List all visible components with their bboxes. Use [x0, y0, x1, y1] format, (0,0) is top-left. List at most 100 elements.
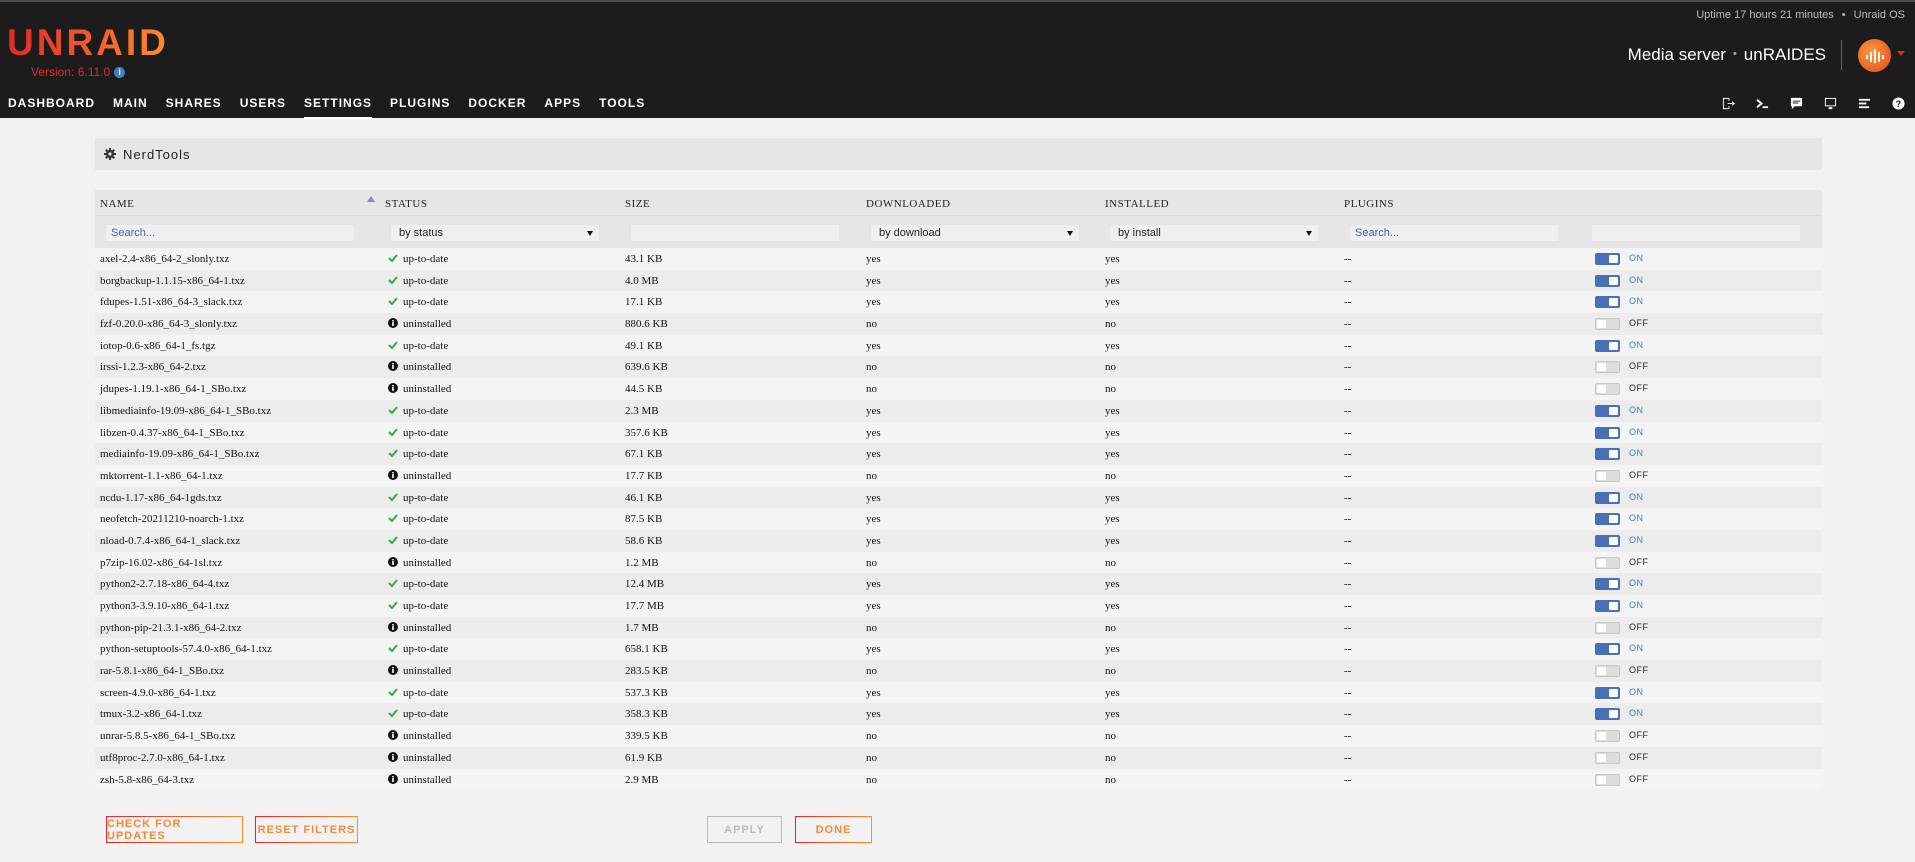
nav-plugins[interactable]: PLUGINS: [390, 96, 450, 110]
chevron-down-icon[interactable]: [1897, 51, 1905, 56]
package-plugins: --: [1344, 578, 1352, 591]
user-avatar[interactable]: [1858, 39, 1891, 72]
toggle-label: ON: [1629, 491, 1644, 502]
package-toggle[interactable]: [1595, 404, 1620, 417]
table-row: libmediainfo-19.09-x86_64-1_SBo.txz up-to…: [95, 399, 1822, 422]
package-toggle[interactable]: [1595, 426, 1620, 439]
package-status-text: up-to-date: [403, 253, 449, 265]
status-filter-select[interactable]: by status: [390, 224, 600, 242]
info-icon[interactable]: i: [114, 67, 126, 78]
feedback-icon[interactable]: [1789, 96, 1803, 110]
nav-shares[interactable]: SHARES: [166, 96, 222, 110]
sort-ascending-icon[interactable]: [367, 196, 375, 202]
check-icon: [388, 688, 398, 697]
column-header-status[interactable]: STATUS: [385, 198, 427, 210]
package-toggle[interactable]: [1595, 708, 1620, 721]
nav-tools[interactable]: TOOLS: [599, 96, 645, 110]
column-header-name[interactable]: NAME: [100, 198, 134, 210]
package-toggle[interactable]: [1595, 600, 1620, 612]
package-toggle[interactable]: [1595, 296, 1620, 309]
nav-settings[interactable]: SETTINGS: [304, 96, 373, 119]
version-label[interactable]: Version: 6.11.0 i: [31, 65, 126, 79]
main-nav: DASHBOARD MAIN SHARES USERS SETTINGS PLU…: [8, 96, 663, 119]
package-status: uninstalled: [388, 469, 451, 482]
package-toggle[interactable]: [1595, 253, 1620, 265]
package-name: nload-0.7.4-x86_64-1_slack.txz: [100, 534, 241, 547]
package-toggle[interactable]: [1595, 534, 1620, 547]
check-icon: [388, 276, 398, 285]
package-toggle[interactable]: [1595, 773, 1620, 786]
log-icon[interactable]: [1857, 96, 1871, 110]
help-icon[interactable]: ?: [1891, 96, 1905, 110]
nav-users[interactable]: USERS: [240, 96, 286, 110]
install-filter-select[interactable]: by install: [1109, 224, 1319, 242]
package-toggle[interactable]: [1595, 513, 1620, 526]
package-toggle[interactable]: [1595, 665, 1620, 678]
unraid-logo[interactable]: UNRAID: [7, 24, 169, 61]
nav-dashboard[interactable]: DASHBOARD: [8, 96, 95, 110]
plugins-search-input[interactable]: [1349, 224, 1559, 242]
package-status: up-to-date: [388, 340, 448, 352]
nav-docker[interactable]: DOCKER: [468, 96, 526, 110]
package-toggle[interactable]: [1595, 469, 1620, 482]
toggle-label: ON: [1629, 404, 1644, 415]
package-toggle[interactable]: [1595, 491, 1620, 504]
package-size: 67.1 KB: [625, 448, 663, 461]
package-name: borgbackup-1.1.15-x86_64-1.txz: [100, 274, 245, 287]
toggle-knob: [1609, 428, 1618, 437]
nav-main[interactable]: MAIN: [113, 96, 148, 110]
toggle-label: ON: [1629, 448, 1644, 459]
package-installed: no: [1105, 665, 1116, 678]
package-toggle[interactable]: [1595, 621, 1620, 634]
nav-apps[interactable]: APPS: [544, 96, 581, 110]
server-name: unRAIDES: [1743, 45, 1826, 64]
package-downloaded: yes: [866, 578, 881, 591]
column-header-installed[interactable]: INSTALLED: [1105, 198, 1169, 210]
size-filter-input[interactable]: [630, 224, 840, 242]
package-downloaded: yes: [866, 274, 881, 287]
package-downloaded: no: [866, 383, 877, 396]
name-search-input[interactable]: [105, 224, 355, 242]
column-header-size[interactable]: SIZE: [625, 198, 650, 210]
reset-filters-button[interactable]: RESET FILTERS: [255, 816, 358, 843]
package-size: 658.1 KB: [625, 643, 668, 656]
package-name: jdupes-1.19.1-x86_64-1_SBo.txz: [100, 383, 247, 396]
package-toggle[interactable]: [1595, 383, 1620, 396]
column-header-downloaded[interactable]: DOWNLOADED: [866, 198, 950, 210]
package-toggle[interactable]: [1595, 361, 1620, 374]
package-status-text: up-to-date: [403, 448, 449, 461]
package-plugins: --: [1344, 665, 1352, 678]
display-icon[interactable]: [1823, 96, 1837, 110]
package-toggle[interactable]: [1595, 318, 1620, 331]
apply-button[interactable]: APPLY: [707, 816, 782, 843]
info-circle-icon: [388, 361, 398, 372]
uptime-bar: Uptime 17 hours 21 minutes • Unraid OS: [1696, 9, 1905, 21]
package-toggle[interactable]: [1595, 578, 1620, 591]
done-button[interactable]: DONE: [795, 816, 872, 843]
info-circle-icon: [388, 383, 398, 394]
logout-icon[interactable]: [1721, 96, 1735, 110]
header-toolbar: ?: [1701, 96, 1905, 110]
table-row: neofetch-20211210-noarch-1.txz up-to-date…: [95, 508, 1822, 530]
toggle-label: ON: [1629, 708, 1644, 719]
toggle-filter-input[interactable]: [1591, 224, 1801, 242]
package-toggle[interactable]: [1595, 751, 1620, 764]
terminal-icon[interactable]: [1755, 96, 1769, 110]
column-header-plugins[interactable]: PLUGINS: [1344, 198, 1394, 210]
package-status: up-to-date: [388, 535, 448, 547]
package-toggle[interactable]: [1595, 274, 1620, 287]
package-toggle[interactable]: [1595, 339, 1620, 352]
check-for-updates-button[interactable]: CHECK FOR UPDATES: [106, 816, 243, 843]
download-filter-select[interactable]: by download: [870, 224, 1080, 242]
toggle-label: OFF: [1629, 730, 1649, 741]
package-toggle[interactable]: [1595, 643, 1620, 656]
package-toggle[interactable]: [1595, 730, 1620, 743]
package-installed: no: [1105, 621, 1116, 634]
package-toggle[interactable]: [1595, 556, 1620, 569]
package-installed: yes: [1105, 643, 1120, 656]
check-icon: [388, 709, 398, 718]
package-toggle[interactable]: [1595, 448, 1620, 461]
toggle-label: ON: [1629, 686, 1644, 697]
package-toggle[interactable]: [1595, 686, 1620, 699]
package-installed: yes: [1105, 253, 1120, 265]
